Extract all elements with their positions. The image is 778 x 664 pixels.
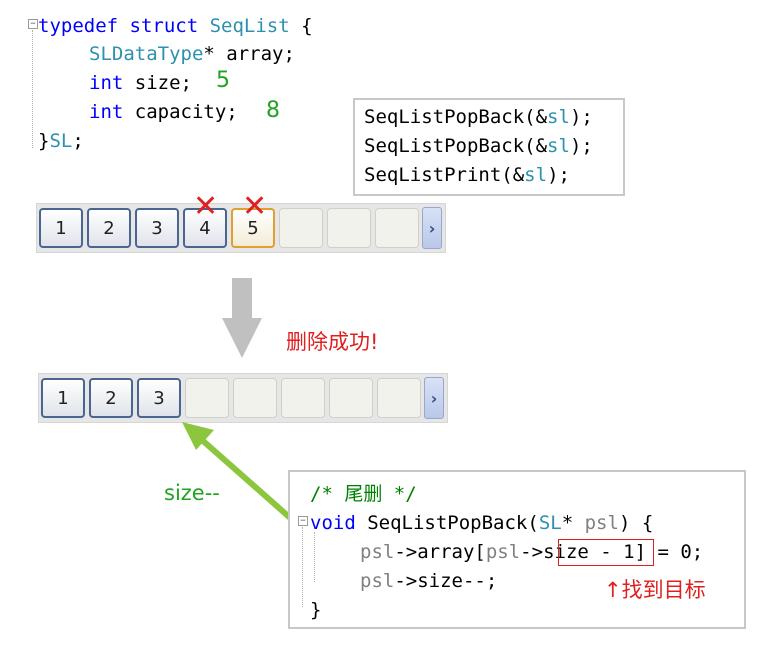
array-cell-empty	[377, 378, 421, 418]
array-cell-empty	[329, 378, 373, 418]
collapse-icon[interactable]: −	[298, 516, 308, 526]
collapse-icon[interactable]: −	[28, 19, 38, 29]
int-keyword: int	[89, 72, 124, 94]
call-fn: SeqListPopBack	[364, 135, 525, 157]
array-access: ->array[	[394, 541, 486, 563]
close-brace: }	[310, 599, 322, 621]
call-line-3: SeqListPrint(&sl);	[364, 161, 570, 189]
array-member: * array;	[203, 43, 295, 65]
size-decrement-label: size--	[164, 481, 220, 505]
scroll-right-icon[interactable]: ›	[424, 377, 444, 419]
call-open: (&	[524, 106, 548, 128]
int-keyword: int	[89, 101, 124, 123]
array-cell: 1	[41, 378, 85, 418]
call-arg: sl	[547, 106, 570, 128]
call-line-2: SeqListPopBack(&sl);	[364, 132, 593, 160]
call-close: );	[569, 135, 593, 157]
struct-line-capacity: int capacity;	[89, 98, 238, 126]
comment-line: /* 尾删 */	[310, 480, 417, 508]
array-before-strip: 1 2 3 4 5 ›	[36, 203, 446, 253]
call-fn: SeqListPrint	[364, 164, 502, 186]
popback-code-box: /* 尾删 */ − void SeqListPopBack(SL* psl) …	[288, 470, 746, 629]
psl-ref: psl	[360, 570, 395, 592]
function-name: SeqListPopBack(	[367, 512, 539, 534]
array-cell: 3	[137, 378, 181, 418]
array-after-strip: 1 2 3 ›	[38, 373, 448, 423]
void-keyword: void	[310, 512, 356, 534]
call-arg: sl	[547, 135, 570, 157]
decrement-line: psl->size--;	[360, 567, 497, 595]
datatype-name: SLDataType	[89, 43, 204, 65]
close-line: }	[310, 596, 321, 624]
fold-guide-line	[302, 527, 303, 607]
signature-end: ) {	[618, 512, 654, 534]
typedef-alias: SL	[49, 130, 73, 152]
call-close: );	[569, 106, 593, 128]
array-cell-empty	[281, 378, 325, 418]
arrow-head	[222, 318, 262, 358]
delete-mark-icon: ✕	[193, 189, 219, 224]
array-cell-empty	[327, 208, 371, 248]
target-note: ↑找到目标	[604, 578, 706, 602]
arrow-op: ->	[520, 541, 544, 563]
struct-line-close: }SL;	[38, 127, 84, 155]
array-cell-empty	[233, 378, 277, 418]
array-cell-empty	[185, 378, 229, 418]
call-arg: sl	[524, 164, 548, 186]
param-type: SL	[538, 512, 562, 534]
size-decrement-statement: ->size--;	[394, 570, 498, 592]
struct-line-array: SLDataType* array;	[89, 40, 295, 68]
call-fn: SeqListPopBack	[364, 106, 525, 128]
call-open: (&	[524, 135, 548, 157]
array-cell: 2	[89, 378, 133, 418]
code-comment: /* 尾删 */	[310, 483, 417, 505]
open-brace: {	[301, 15, 313, 37]
array-cell-empty	[279, 208, 323, 248]
array-cell: 3	[135, 208, 179, 248]
down-arrow-icon	[222, 278, 262, 358]
signature-line: void SeqListPopBack(SL* psl) {	[310, 509, 653, 537]
indent-guide-line	[314, 532, 315, 582]
call-sequence-box: SeqListPopBack(&sl); SeqListPopBack(&sl)…	[353, 98, 625, 196]
typedef-keyword: typedef struct	[38, 15, 199, 37]
array-cell: 2	[87, 208, 131, 248]
arrow-shaft	[232, 278, 252, 320]
array-cell: 1	[39, 208, 83, 248]
pointer-star: *	[561, 512, 574, 534]
array-cell-empty	[375, 208, 419, 248]
struct-line-1: typedef struct SeqList {	[38, 12, 313, 40]
param-name: psl	[584, 512, 619, 534]
size-member: size;	[134, 72, 192, 94]
call-line-1: SeqListPopBack(&sl);	[364, 103, 593, 131]
semicolon: ;	[72, 130, 84, 152]
scroll-right-icon[interactable]: ›	[422, 207, 442, 249]
struct-line-size: int size;	[89, 69, 192, 97]
delete-mark-icon: ✕	[242, 189, 268, 224]
fold-guide-line	[32, 30, 33, 148]
call-open: (&	[501, 164, 525, 186]
psl-ref: psl	[485, 541, 521, 563]
call-close: );	[547, 164, 570, 186]
success-message: 删除成功!	[286, 330, 379, 354]
target-highlight-box	[558, 539, 654, 566]
arrow-tip	[182, 422, 214, 450]
capacity-member: capacity;	[134, 101, 238, 123]
struct-name: SeqList	[209, 15, 290, 37]
close-brace: }	[38, 130, 50, 152]
psl-ref: psl	[360, 541, 395, 563]
capacity-value-annotation: 8	[266, 98, 280, 123]
size-value-annotation: 5	[216, 68, 230, 93]
